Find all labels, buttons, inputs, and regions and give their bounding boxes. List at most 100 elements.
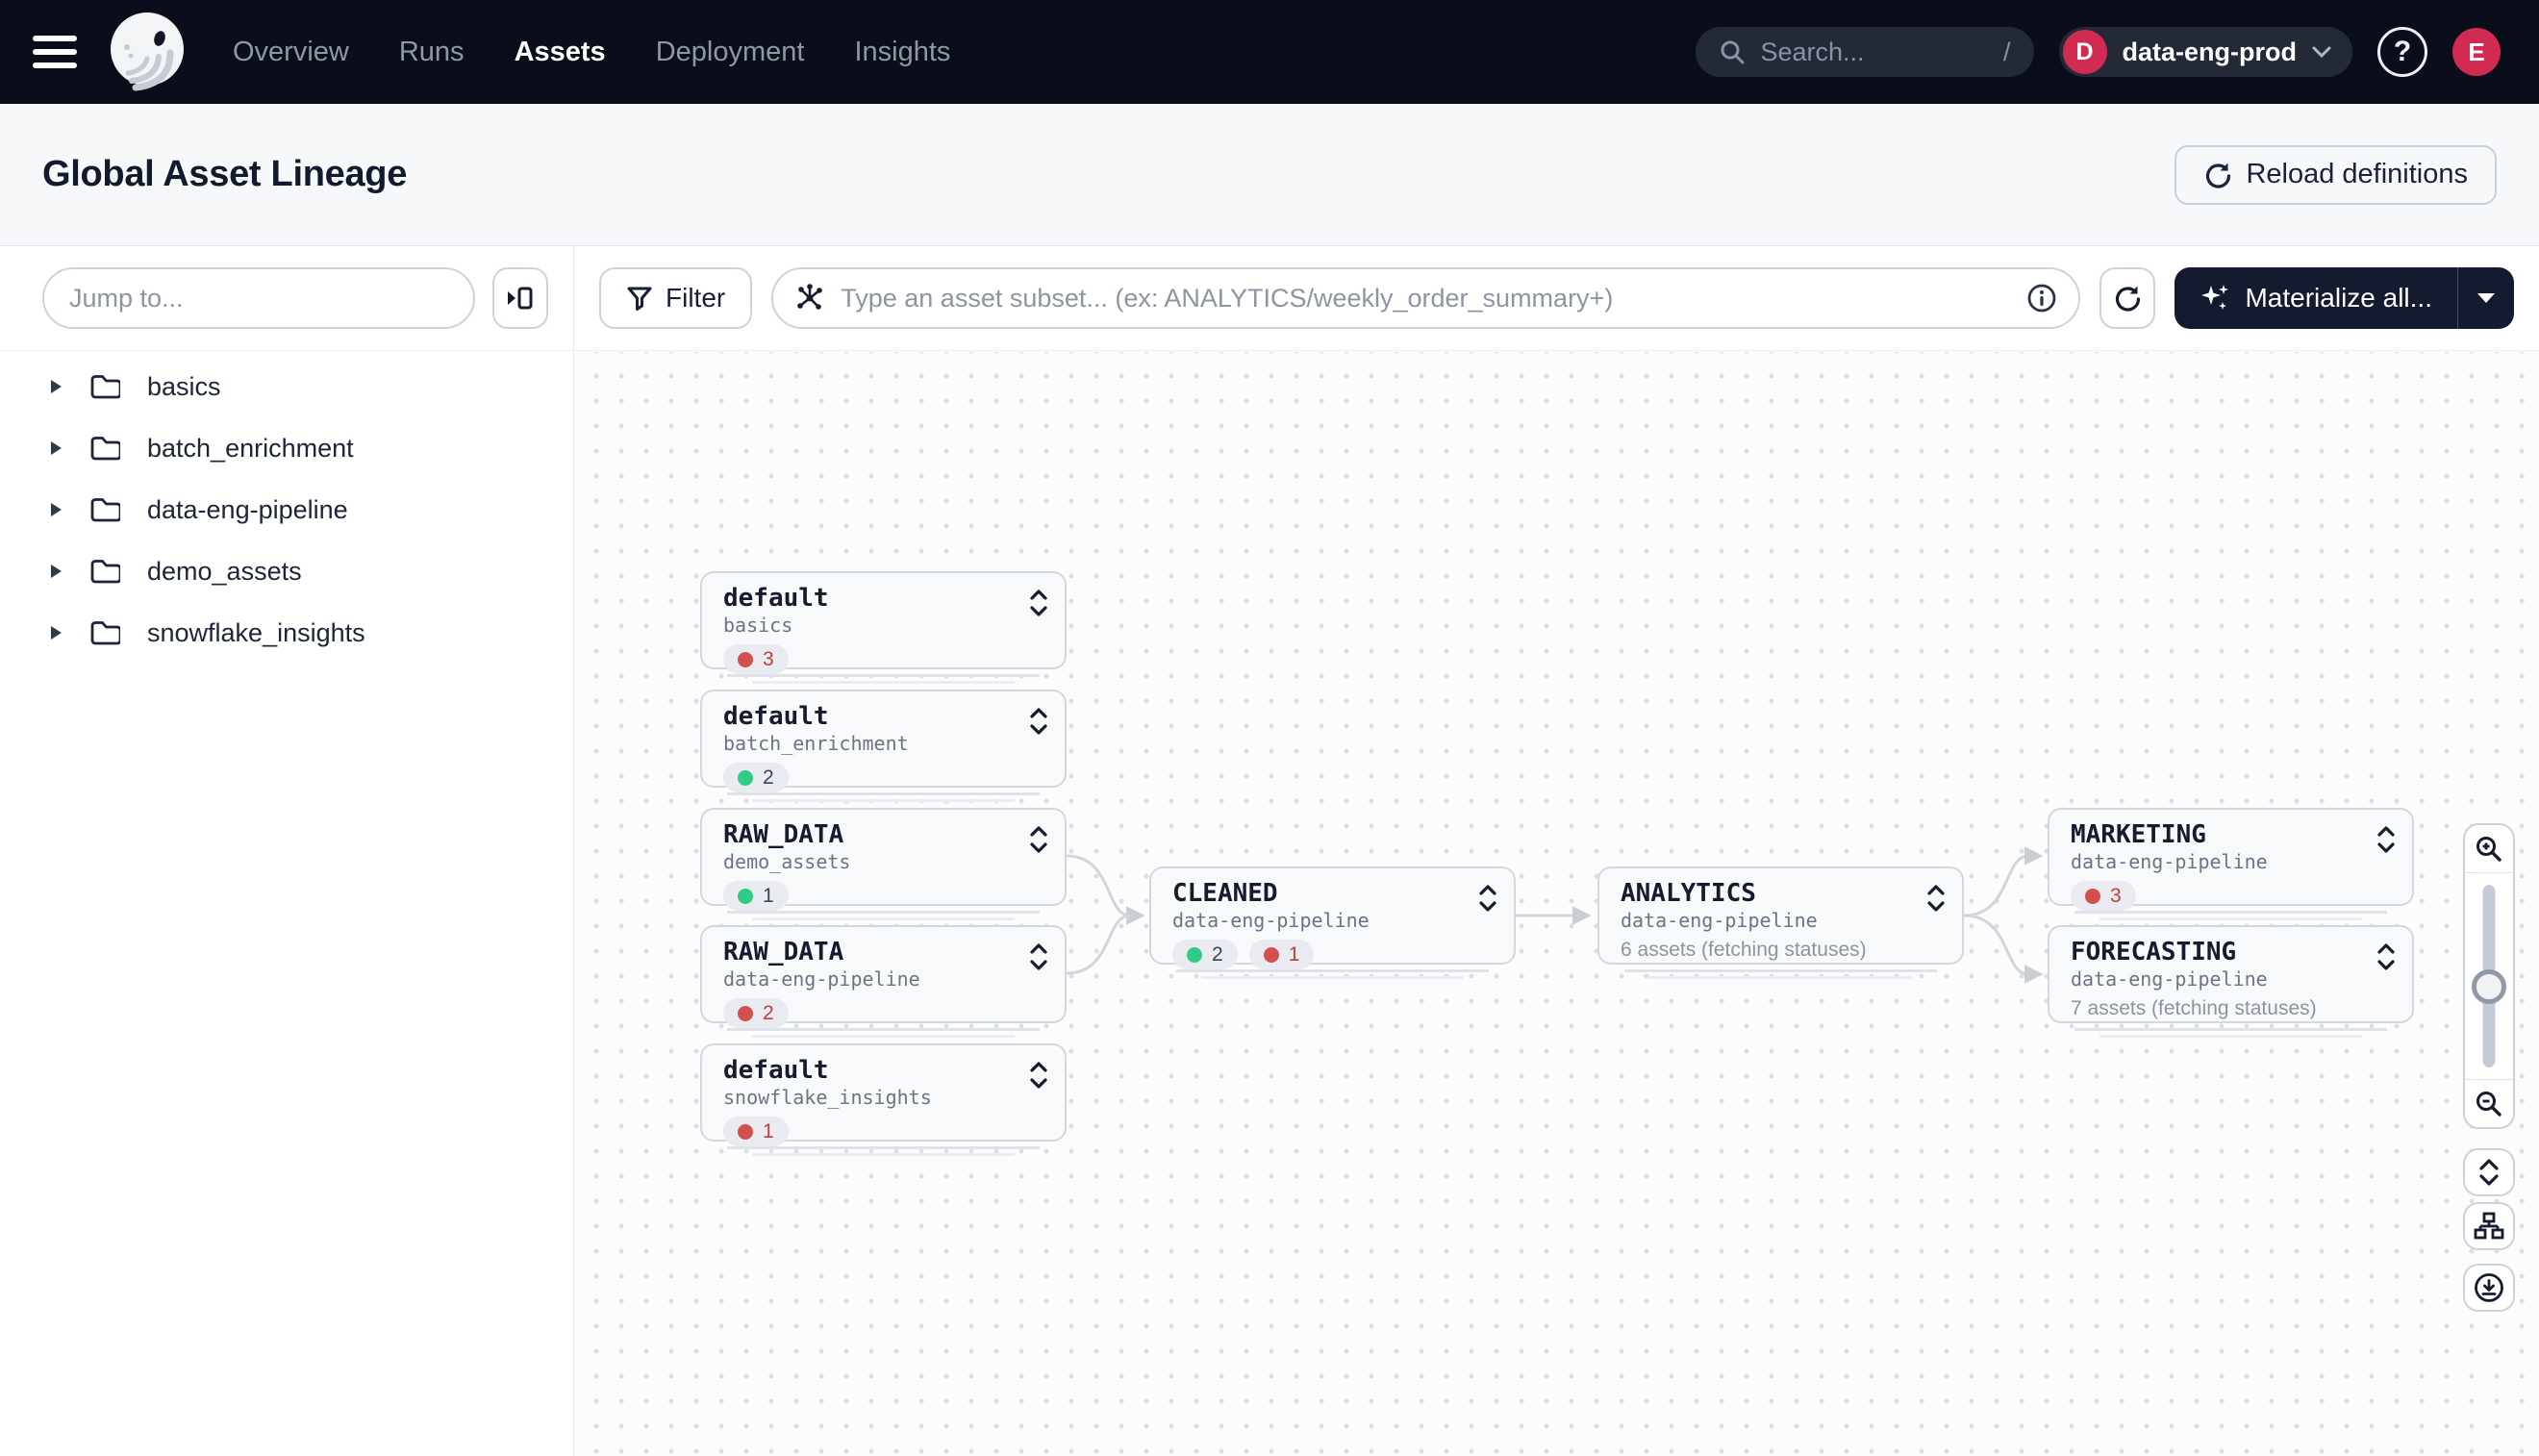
group-node-title: MARKETING: [2071, 819, 2345, 850]
expand-group-icon[interactable]: [1028, 942, 1049, 971]
status-badge: 1: [723, 1117, 789, 1146]
zoom-in-button[interactable]: [2465, 825, 2513, 873]
status-badge: 1: [723, 881, 789, 911]
sidebar-folder-batch-enrichment[interactable]: batch_enrichment: [0, 417, 573, 479]
nav-deployment[interactable]: Deployment: [656, 37, 805, 68]
nav-insights[interactable]: Insights: [854, 37, 950, 68]
asset-group-node-analytics[interactable]: ANALYTICS data-eng-pipeline 6 assets (fe…: [1597, 866, 1964, 965]
group-node-title: default: [723, 701, 997, 732]
status-badge: 2: [723, 998, 789, 1028]
error-dot-icon: [738, 1006, 753, 1021]
expand-group-icon[interactable]: [1028, 825, 1049, 854]
asset-group-node-marketing[interactable]: MARKETING data-eng-pipeline 3: [2048, 808, 2414, 906]
folder-label: demo_assets: [147, 557, 302, 587]
expand-group-icon[interactable]: [2376, 825, 2397, 854]
expand-group-icon[interactable]: [1925, 884, 1947, 913]
sidebar-folder-snowflake-insights[interactable]: snowflake_insights: [0, 602, 573, 664]
caret-right-icon[interactable]: [50, 625, 63, 640]
zoom-in-icon: [2475, 835, 2503, 864]
materialize-options-button[interactable]: [2458, 267, 2514, 329]
status-badge: 3: [2071, 881, 2136, 911]
caret-right-icon[interactable]: [50, 502, 63, 517]
search-icon: [1719, 38, 1746, 65]
help-icon[interactable]: ?: [2377, 27, 2427, 77]
asset-group-node-forecasting[interactable]: FORECASTING data-eng-pipeline 7 assets (…: [2048, 925, 2414, 1023]
group-node-title: default: [723, 583, 997, 614]
expand-collapse-all-button[interactable]: [2463, 1148, 2515, 1196]
expand-group-icon[interactable]: [1477, 884, 1498, 913]
expand-group-icon[interactable]: [1028, 707, 1049, 736]
status-badge: 2: [1172, 940, 1238, 969]
reload-definitions-label: Reload definitions: [2246, 159, 2468, 190]
group-node-title: RAW_DATA: [723, 937, 997, 967]
info-icon[interactable]: [2026, 283, 2057, 314]
group-node-status-text: 6 assets (fetching statuses): [1621, 939, 1895, 962]
folder-icon: [89, 558, 120, 585]
expand-group-icon[interactable]: [1028, 1061, 1049, 1090]
materialize-all-split-button: Materialize all...: [2174, 267, 2514, 329]
sidebar-folder-basics[interactable]: basics: [0, 356, 573, 417]
hamburger-menu-icon[interactable]: [33, 33, 81, 71]
asset-group-node-cleaned[interactable]: CLEANED data-eng-pipeline 2 1: [1149, 866, 1516, 965]
folder-icon: [89, 435, 120, 462]
asset-subset-input[interactable]: [841, 284, 2011, 314]
caret-right-icon[interactable]: [50, 440, 63, 456]
toolbar-left: [0, 246, 574, 350]
group-node-subtitle: demo_assets: [723, 850, 997, 874]
zoom-control-group: [2463, 823, 2515, 1129]
asset-group-node-batch-enrichment-default[interactable]: default batch_enrichment 2: [700, 690, 1067, 788]
zoom-out-icon: [2475, 1090, 2503, 1118]
nav-runs[interactable]: Runs: [399, 37, 465, 68]
asset-group-node-snowflake-insights-default[interactable]: default snowflake_insights 1: [700, 1043, 1067, 1142]
folder-label: snowflake_insights: [147, 618, 365, 648]
collapse-sidebar-button[interactable]: [492, 267, 548, 329]
user-avatar[interactable]: E: [2452, 28, 2501, 76]
sidebar-folder-data-eng-pipeline[interactable]: data-eng-pipeline: [0, 479, 573, 540]
error-dot-icon: [2085, 889, 2100, 904]
group-node-subtitle: data-eng-pipeline: [2071, 850, 2345, 874]
asset-subset-field: [771, 267, 2080, 329]
refresh-graph-button[interactable]: [2099, 267, 2155, 329]
expand-group-icon[interactable]: [2376, 942, 2397, 971]
status-badge: 3: [723, 644, 789, 674]
reload-definitions-button[interactable]: Reload definitions: [2174, 145, 2497, 205]
asset-group-sidebar: basics batch_enrichment data-eng-pipelin…: [0, 352, 574, 1456]
nav-assets[interactable]: Assets: [515, 37, 606, 68]
download-image-button[interactable]: [2463, 1264, 2515, 1312]
group-node-subtitle: data-eng-pipeline: [1172, 909, 1446, 933]
zoom-slider[interactable]: [2465, 873, 2513, 1079]
sidebar-folder-demo-assets[interactable]: demo_assets: [0, 540, 573, 602]
group-node-subtitle: batch_enrichment: [723, 732, 997, 756]
filter-button[interactable]: Filter: [599, 267, 752, 329]
group-node-status-text: 7 assets (fetching statuses): [2071, 997, 2345, 1020]
caret-right-icon[interactable]: [50, 564, 63, 579]
expand-group-icon[interactable]: [1028, 589, 1049, 617]
materialize-all-button[interactable]: Materialize all...: [2174, 267, 2457, 329]
expand-collapse-icon: [2477, 1157, 2501, 1188]
global-search[interactable]: /: [1696, 27, 2034, 77]
chevron-down-icon: [2312, 46, 2331, 59]
toolbar-right: Filter: [574, 246, 2539, 350]
jump-to-input[interactable]: [42, 267, 475, 329]
download-icon: [2474, 1272, 2504, 1303]
folder-label: data-eng-pipeline: [147, 495, 348, 525]
collapse-panel-icon: [506, 284, 535, 313]
lineage-canvas[interactable]: default basics 3 default batch_enrichmen…: [574, 352, 2539, 1456]
filter-button-label: Filter: [666, 283, 725, 314]
success-dot-icon: [738, 889, 753, 904]
caret-right-icon[interactable]: [50, 379, 63, 394]
zoom-slider-thumb[interactable]: [2472, 969, 2506, 1004]
page-header: Global Asset Lineage Reload definitions: [0, 104, 2539, 246]
zoom-out-button[interactable]: [2465, 1079, 2513, 1127]
deployment-switcher[interactable]: D data-eng-prod: [2059, 27, 2353, 77]
group-node-subtitle: data-eng-pipeline: [723, 967, 997, 992]
error-dot-icon: [1264, 947, 1279, 963]
folder-icon: [89, 619, 120, 646]
nav-overview[interactable]: Overview: [233, 37, 349, 68]
asset-group-node-demo-assets-raw-data[interactable]: RAW_DATA demo_assets 1: [700, 808, 1067, 906]
asset-group-node-basics-default[interactable]: default basics 3: [700, 571, 1067, 669]
search-input[interactable]: [1761, 38, 1988, 67]
asset-group-node-data-eng-pipeline-raw-data[interactable]: RAW_DATA data-eng-pipeline 2: [700, 925, 1067, 1023]
status-badge: 1: [1249, 940, 1315, 969]
rearrange-layout-button[interactable]: [2463, 1202, 2515, 1250]
